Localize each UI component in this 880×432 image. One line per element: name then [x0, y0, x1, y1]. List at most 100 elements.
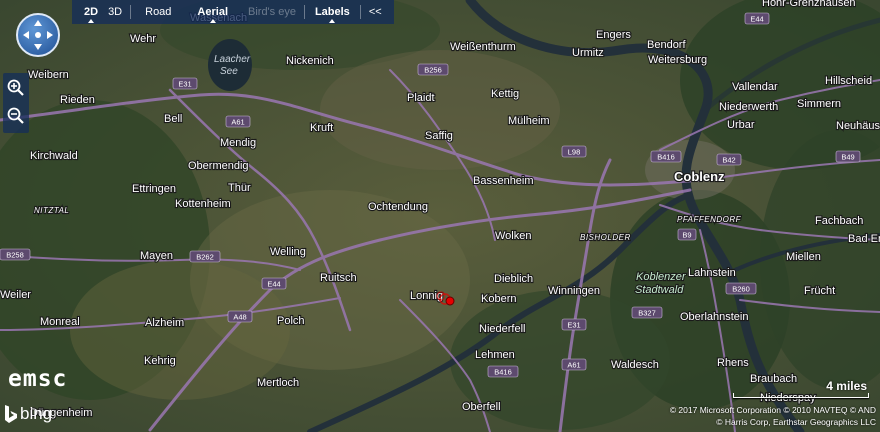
place-label: Engers	[596, 29, 631, 41]
place-label: Urbar	[727, 119, 755, 131]
road-shield: E31	[172, 77, 198, 90]
place-label: Höhr-Grenzhausen	[762, 0, 856, 9]
credits-line-2: © Harris Corp, Earthstar Geographics LLC	[716, 417, 876, 427]
laacher-see-lake	[208, 39, 252, 91]
place-label: Kruft	[310, 122, 333, 134]
road-shield: A61	[225, 115, 251, 128]
road-shield-label: E31	[567, 321, 580, 330]
place-label: Waldesch	[611, 359, 659, 371]
scale-bar: 4 miles	[733, 379, 869, 398]
place-label: Welling	[270, 246, 306, 258]
place-label: Wolken	[495, 230, 531, 242]
place-label: Neuhäusel	[836, 120, 880, 132]
place-label: Hillscheid	[825, 75, 872, 87]
road-shield: B49	[835, 150, 861, 163]
place-label: Simmern	[797, 98, 841, 110]
place-label: Lahnstein	[688, 267, 736, 279]
place-label: Kottenheim	[175, 198, 231, 210]
place-label: Mertloch	[257, 377, 299, 389]
scale-bar-line	[733, 393, 869, 398]
place-label: Fachbach	[815, 215, 863, 227]
place-label: Mendig	[220, 137, 256, 149]
place-label: Kobern	[481, 293, 516, 305]
place-label: Oberfell	[462, 401, 501, 413]
zoom-control	[3, 73, 29, 133]
road-shield: A48	[227, 310, 253, 323]
place-label: Kettig	[491, 88, 519, 100]
place-label: Niederwerth	[719, 101, 778, 113]
road-shield: B416	[650, 150, 682, 163]
road-shield: B9	[677, 228, 697, 241]
place-label: Ochtendung	[368, 201, 428, 213]
bing-logo[interactable]: bing	[4, 404, 52, 424]
place-label: Frücht	[804, 285, 835, 297]
place-label: Bassenheim	[473, 175, 534, 187]
place-label: Lehmen	[475, 349, 515, 361]
lake-label: Laacher	[214, 54, 251, 65]
road-shield: A61	[561, 358, 587, 371]
road-shield-label: B49	[841, 153, 854, 162]
road-shield-label: B262	[196, 253, 214, 262]
scale-label: 4 miles	[826, 379, 867, 393]
place-label: Kehrig	[144, 355, 176, 367]
place-label: Urmitz	[572, 47, 604, 59]
road-shield-label: E44	[267, 280, 280, 289]
place-label: Mülheim	[508, 115, 550, 127]
road-shield-label: A61	[231, 118, 244, 127]
pan-compass-icon[interactable]	[16, 13, 60, 57]
road-shield-label: A48	[233, 313, 246, 322]
pan-arrows-icon	[23, 20, 53, 50]
credits-line-1: © 2017 Microsoft Corporation © 2010 NAVT…	[669, 405, 876, 415]
place-label: Alzheim	[145, 317, 184, 329]
place-label: NITZTAL	[34, 206, 69, 215]
place-label: Weißenthurm	[450, 41, 516, 53]
place-label: Weitersburg	[648, 54, 707, 66]
road-shield: B327	[631, 306, 663, 319]
place-label: Bad Em	[848, 233, 880, 245]
road-shield-label: L98	[568, 148, 581, 157]
place-label: Kirchwald	[30, 150, 78, 162]
view-2d-button[interactable]: 2D	[76, 0, 106, 24]
road-shield: E31	[561, 318, 587, 331]
place-label: Vallendar	[732, 81, 778, 93]
place-label: Bell	[164, 113, 182, 125]
road-shield: E44	[261, 277, 287, 290]
road-shield: E44	[744, 12, 770, 25]
place-label: Thür	[228, 182, 251, 194]
road-shield-label: B256	[424, 66, 442, 75]
place-label: Mayen	[140, 250, 173, 262]
road-shield-label: B416	[657, 153, 675, 162]
place-label: Niederfell	[479, 323, 525, 335]
bing-b-icon	[5, 405, 17, 423]
place-label: Koblenzer	[636, 271, 687, 283]
bing-wordmark: bing	[20, 404, 53, 423]
road-shield: B260	[725, 282, 757, 295]
place-label: Weibern	[28, 69, 69, 81]
place-label: BISHOLDER	[580, 233, 631, 242]
road-shield-label: E31	[178, 80, 191, 89]
place-label: Ettringen	[132, 183, 176, 195]
place-label: PFAFFENDORF	[677, 215, 742, 224]
road-style-button[interactable]: Road	[131, 0, 185, 24]
road-shield: B262	[189, 250, 221, 263]
place-label: Wehr	[130, 33, 156, 45]
road-shield: B416	[487, 365, 519, 378]
birds-eye-style-button[interactable]: Bird's eye	[240, 0, 304, 24]
place-label: Ruitsch	[320, 272, 357, 284]
aerial-map[interactable]: Laacher See WehrWassenachNickenichWeißen…	[0, 0, 880, 432]
place-label: Stadtwald	[635, 284, 684, 296]
zoom-in-icon[interactable]	[3, 75, 29, 101]
road-shield-label: B260	[732, 285, 750, 294]
collapse-toolbar-button[interactable]: <<	[361, 0, 390, 24]
road-shield: B258	[0, 248, 31, 261]
aerial-style-button[interactable]: Aerial	[185, 0, 240, 24]
place-label: Dieblich	[494, 273, 533, 285]
place-label: Miellen	[786, 251, 821, 263]
view-3d-button[interactable]: 3D	[106, 0, 130, 24]
road-shield: B256	[417, 63, 449, 76]
place-label: Plaidt	[407, 92, 435, 104]
labels-toggle-button[interactable]: Labels	[305, 0, 360, 24]
zoom-out-icon[interactable]	[3, 103, 29, 129]
map-credits: © 2017 Microsoft Corporation © 2010 NAVT…	[588, 404, 876, 428]
map-style-toolbar: 2D 3D Road Aerial Bird's eye Labels <<	[72, 0, 394, 24]
